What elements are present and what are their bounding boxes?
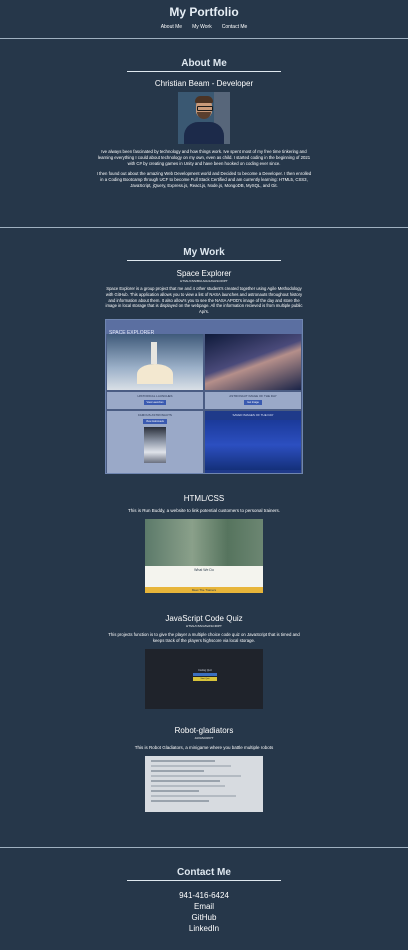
milky-way-image: [205, 333, 301, 390]
contact-section: Contact Me 941-416-6424 Email GitHub Lin…: [0, 848, 408, 948]
saved-sky-image: [205, 419, 301, 470]
meet-trainers-bar[interactable]: Meet The Trainers: [145, 586, 263, 593]
project-card: Robot-gladiators JAVASCRIPT This is Robo…: [0, 726, 408, 812]
nav-link-contact[interactable]: Contact Me: [222, 24, 248, 30]
card-saved-images: SAVED IMAGES OF THE DAY: [205, 410, 301, 473]
project-description: Space Explorer is a group project that m…: [105, 286, 303, 315]
card-historical-launches: HISTORICAL LAUNCHES View Launches: [107, 391, 203, 409]
project-title: Robot-gladiators: [174, 725, 234, 735]
main-nav: About Me My Work Contact Me: [0, 24, 408, 30]
launch-image: [107, 333, 203, 390]
project-tech: HTML/CSS/BULMA/JAVASCRIPT: [180, 279, 228, 283]
view-launches-button[interactable]: View Launches: [143, 399, 167, 405]
project-title: HTML/CSS: [183, 493, 225, 503]
space-explorer-screenshot[interactable]: SPACE EXPLORER HISTORICAL LAUNCHES View …: [105, 318, 303, 474]
contact-phone: 941-416-6424: [179, 891, 229, 900]
start-quiz-button[interactable]: Start Quiz: [193, 676, 217, 681]
robot-gladiators-screenshot[interactable]: [145, 755, 263, 812]
about-paragraph-1: Ive always been fascinated by technology…: [97, 149, 311, 166]
project-description: This projects function is to give the pl…: [108, 631, 300, 643]
contact-list: 941-416-6424 Email GitHub LinkedIn: [0, 890, 408, 934]
work-section: My Work Space Explorer HTML/CSS/BULMA/JA…: [0, 228, 408, 847]
nav-link-about[interactable]: About Me: [161, 24, 182, 30]
contact-link-email[interactable]: Email: [0, 901, 408, 912]
site-title: My Portfolio: [169, 5, 239, 19]
work-title: My Work: [127, 247, 281, 261]
run-buddy-heading: What We Do: [194, 567, 214, 572]
quiz-heading: Coding Quiz: [198, 668, 212, 672]
project-title: JavaScript Code Quiz: [165, 613, 243, 623]
contact-link-github[interactable]: GitHub: [0, 912, 408, 923]
about-section: About Me Christian Beam - Developer Ive …: [0, 39, 408, 227]
astronaut-photo: [144, 426, 166, 463]
project-title: Space Explorer: [176, 269, 232, 278]
code-quiz-screenshot[interactable]: Coding Quiz Start Quiz: [145, 648, 263, 709]
contact-link-linkedin[interactable]: LinkedIn: [0, 923, 408, 934]
portfolio-page: My Portfolio About Me My Work Contact Me…: [0, 0, 408, 950]
project-card: Space Explorer HTML/CSS/BULMA/JAVASCRIPT…: [0, 269, 408, 474]
project-card: HTML/CSS This is Run Buddy, a website to…: [0, 494, 408, 593]
site-header: My Portfolio About Me My Work Contact Me: [0, 0, 408, 38]
project-tech: HTML/CSS/JAVASCRIPT: [186, 623, 222, 628]
run-buddy-screenshot[interactable]: What We Do Meet The Trainers: [145, 518, 263, 593]
project-description: This is Robot Gladiators, a minigame whe…: [134, 744, 274, 750]
card-astronaut-image: ASTRONAUT IMAGE OF THE DAY Get Image: [205, 391, 301, 409]
contact-title: Contact Me: [127, 867, 281, 881]
profile-photo: [178, 92, 230, 144]
about-title: About Me: [127, 58, 281, 72]
project-description: This is Run Buddy, a website to link pot…: [128, 507, 280, 513]
view-astronauts-button[interactable]: View Astronauts: [143, 418, 167, 424]
developer-name: Christian Beam - Developer: [154, 79, 254, 88]
project-card: JavaScript Code Quiz HTML/CSS/JAVASCRIPT…: [0, 614, 408, 709]
get-image-button[interactable]: Get Image: [244, 399, 262, 405]
about-paragraph-2: I then found out about the amazing Web D…: [96, 171, 312, 188]
nav-link-work[interactable]: My Work: [192, 24, 212, 30]
project-tech: JAVASCRIPT: [194, 735, 214, 740]
card-famous-astronauts: FAMOUS ASTRONAUTS View Astronauts: [107, 410, 203, 473]
